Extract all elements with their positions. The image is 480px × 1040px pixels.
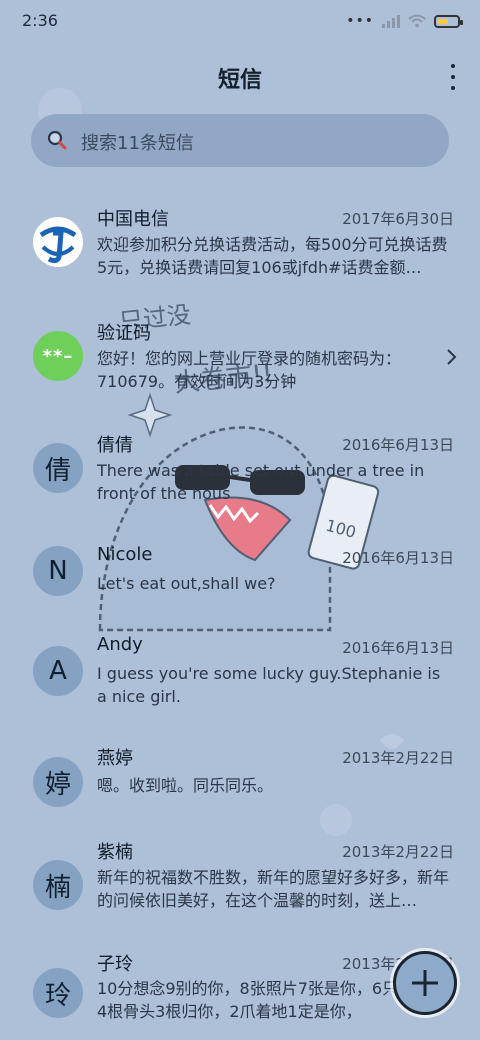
sender-name: Nicole	[97, 544, 153, 565]
sender-name: 中国电信	[97, 209, 169, 230]
wifi-icon	[408, 14, 426, 28]
contact-avatar: 婷	[33, 757, 83, 807]
chevron-right-icon[interactable]	[444, 347, 458, 367]
telecom-logo-icon	[33, 217, 83, 267]
verification-code-avatar: **–	[33, 331, 83, 381]
message-preview: Let's eat out,shall we?	[97, 574, 276, 593]
sender-name: 倩倩	[97, 435, 133, 456]
sender-name: 紫楠	[97, 842, 133, 863]
sender-name: 燕婷	[97, 748, 133, 769]
message-date: 2017年6月30日	[342, 210, 454, 228]
more-notifications-icon: •••	[346, 13, 374, 29]
plus-icon	[412, 970, 438, 996]
contact-avatar: 玲	[33, 968, 83, 1018]
message-date: 2016年6月13日	[342, 549, 454, 567]
message-preview: 新年的祝福数不胜数，新年的愿望好多好多，新年的问候依旧美好，在这个温馨的时刻，送…	[97, 868, 450, 910]
more-options-button[interactable]	[448, 64, 458, 90]
search-input[interactable]: 搜索11条短信	[31, 114, 449, 167]
status-bar: 2:36 •••	[0, 0, 480, 44]
message-preview: There was a table set out under a tree i…	[97, 461, 425, 503]
message-preview: 欢迎参加积分兑换话费活动，每500分可兑换话费5元，兑换话费请回复106或jfd…	[97, 235, 448, 277]
search-placeholder: 搜索11条短信	[81, 133, 194, 154]
more-dot-icon	[451, 64, 455, 68]
search-icon	[47, 130, 67, 150]
contact-avatar: 楠	[33, 860, 83, 910]
message-date: 2013年2月22日	[342, 749, 454, 767]
status-icons: •••	[346, 13, 463, 29]
signal-icon	[382, 14, 400, 28]
sender-name: 验证码	[97, 323, 151, 344]
status-time: 2:36	[22, 11, 58, 30]
sender-name: Andy	[97, 634, 143, 655]
message-date: 2013年2月22日	[342, 843, 454, 861]
more-dot-icon	[451, 86, 455, 90]
sender-name: 子玲	[97, 954, 133, 975]
new-message-button[interactable]	[393, 951, 457, 1015]
message-date: 2016年6月13日	[342, 436, 454, 454]
message-preview: 嗯。收到啦。同乐同乐。	[97, 776, 274, 795]
battery-icon	[434, 14, 463, 28]
page-title: 短信	[217, 68, 262, 93]
message-date: 2016年6月13日	[342, 639, 454, 657]
more-dot-icon	[451, 75, 455, 79]
contact-avatar: 倩	[33, 443, 83, 493]
message-preview: 您好！您的网上营业厅登录的随机密码为：710679。有效时间为3分钟	[97, 349, 402, 391]
contact-avatar: A	[33, 646, 83, 696]
contact-avatar: N	[33, 546, 83, 596]
message-preview: I guess you're some lucky guy.Stephanie …	[97, 664, 441, 706]
